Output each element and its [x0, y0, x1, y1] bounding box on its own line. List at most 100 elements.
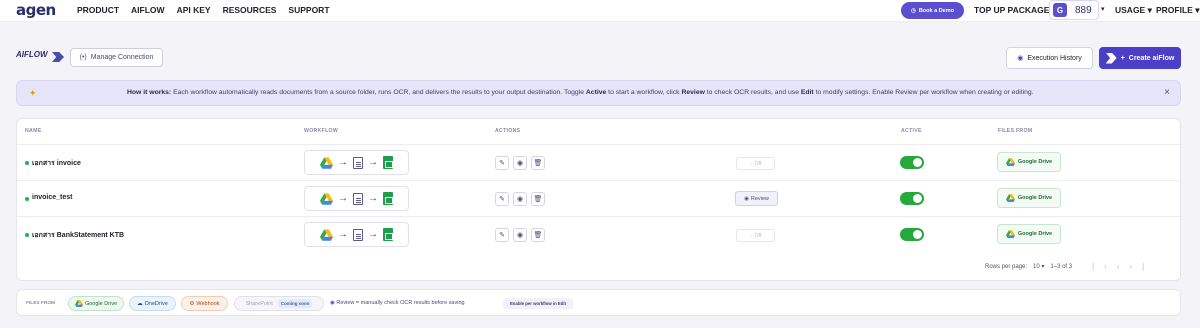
google-drive-icon: [74, 300, 83, 307]
arrow-right-icon: →: [338, 193, 348, 204]
chevron-down-icon[interactable]: ▾: [1101, 5, 1105, 13]
workflow-name: เอกสาร BankStatement KTB: [32, 232, 125, 239]
trash-icon[interactable]: 🗑: [531, 156, 545, 170]
agen-logo[interactable]: agen: [16, 0, 56, 20]
enable-note-badge: Enable per workflow in Edit: [503, 298, 573, 309]
eye-off-icon: ◌: [749, 232, 753, 239]
edit-icon[interactable]: ✎: [495, 192, 509, 206]
active-toggle[interactable]: [900, 156, 924, 169]
edit-icon[interactable]: ✎: [495, 228, 509, 242]
google-drive-icon: [320, 192, 333, 205]
eye-icon: ◉: [744, 195, 749, 202]
row-actions: ✎ ◉ 🗑: [495, 156, 545, 170]
plus-icon: +: [1120, 54, 1125, 62]
edit-icon[interactable]: ✎: [495, 156, 509, 170]
column-header-actions: ACTIONS: [495, 128, 521, 134]
table-pagination: Rows per page: 10 ▾ 1–3 of 3 |‹‹›|: [985, 262, 1154, 271]
legend-onedrive: ☁ OneDrive: [129, 296, 176, 311]
legend-webhook: ⚙ Webhook: [181, 296, 228, 311]
banner-text: How it works: Each workflow automaticall…: [127, 89, 1034, 96]
google-drive-icon: [320, 228, 333, 241]
aiflow-icon: [1105, 52, 1117, 64]
document-icon: [353, 156, 363, 169]
eye-icon: ◉: [330, 300, 335, 306]
credit-value: 889: [1075, 4, 1092, 16]
link-icon: (•): [79, 54, 87, 61]
source-chip: Google Drive: [997, 224, 1061, 244]
manage-connection-button[interactable]: (•) Manage Connection: [70, 48, 163, 67]
google-drive-icon: [1005, 194, 1015, 202]
rows-per-page-select[interactable]: 10 ▾: [1033, 263, 1044, 270]
run-icon[interactable]: ◉: [513, 228, 527, 242]
arrow-right-icon: →: [368, 229, 378, 240]
google-sheets-icon: [383, 228, 393, 241]
profile-menu[interactable]: PROFILE ▾: [1156, 5, 1199, 16]
google-drive-icon: [320, 156, 333, 169]
nav-product[interactable]: PRODUCT: [77, 5, 119, 15]
legend-label: FILES FROM: [26, 301, 56, 306]
row-actions: ✎ ◉ 🗑: [495, 228, 545, 242]
google-drive-icon: [1005, 230, 1015, 238]
logo-text: agen: [16, 1, 56, 19]
workflow-table: NAME WORKFLOW ACTIONS ACTIVE FILES FROM …: [16, 118, 1181, 281]
coin-icon: G: [1053, 3, 1067, 17]
lightbulb-icon: ✦: [29, 88, 37, 98]
source-chip: Google Drive: [997, 188, 1061, 208]
table-row: invoice_test → → ✎ ◉ 🗑 ◉ Review Google D…: [17, 180, 1180, 216]
nav-api-key[interactable]: API KEY: [177, 5, 211, 15]
table-row: เอกสาร invoice → → ✎ ◉ 🗑 ◌ Off Google Dr…: [17, 144, 1180, 180]
credit-balance[interactable]: G 889: [1049, 0, 1099, 20]
arrow-right-icon: →: [338, 229, 348, 240]
active-toggle[interactable]: [900, 192, 924, 205]
status-dot: [25, 161, 29, 165]
history-icon: ◉: [1017, 55, 1024, 62]
trash-icon[interactable]: 🗑: [531, 192, 545, 206]
google-sheets-icon: [383, 156, 393, 169]
source-chip: Google Drive: [997, 152, 1061, 172]
execution-history-button[interactable]: ◉ Execution History: [1006, 47, 1093, 69]
workflow-pipeline[interactable]: → →: [304, 186, 409, 211]
webhook-icon: ⚙: [189, 300, 195, 307]
nav-resources[interactable]: RESOURCES: [223, 5, 277, 15]
workflow-pipeline[interactable]: → →: [304, 222, 409, 247]
book-demo-label: Book a Demo: [918, 7, 954, 14]
google-sheets-icon: [383, 192, 393, 205]
document-icon: [353, 228, 363, 241]
eye-off-icon: ◌: [749, 160, 753, 167]
page-range: 1–3 of 3: [1050, 263, 1073, 270]
workflow-pipeline[interactable]: → →: [304, 150, 409, 175]
files-from-legend: FILES FROM Google Drive ☁ OneDrive ⚙ Web…: [16, 289, 1181, 316]
status-dot: [25, 197, 29, 201]
run-icon[interactable]: ◉: [513, 156, 527, 170]
how-it-works-banner: ✦ How it works: Each workflow automatica…: [16, 80, 1181, 106]
create-aiflow-button[interactable]: + Create aiFlow: [1099, 47, 1181, 69]
document-icon: [353, 192, 363, 205]
table-row: เอกสาร BankStatement KTB → → ✎ ◉ 🗑 ◌ Off…: [17, 216, 1180, 252]
arrow-right-icon: →: [338, 157, 348, 168]
legend-sharepoint: SharePoint Coming soon: [234, 296, 324, 311]
column-header-workflow: WORKFLOW: [304, 128, 339, 134]
active-toggle[interactable]: [900, 228, 924, 241]
aiflow-logo: AIFLOW: [16, 50, 64, 68]
book-demo-button[interactable]: ◷ Book a Demo: [901, 2, 964, 19]
trash-icon[interactable]: 🗑: [531, 228, 545, 242]
nav-aiflow[interactable]: AIFLOW: [131, 5, 165, 15]
row-actions: ✎ ◉ 🗑: [495, 192, 545, 206]
nav-support[interactable]: SUPPORT: [288, 5, 329, 15]
review-off-button[interactable]: ◌ Off: [736, 157, 775, 170]
pagination-nav-icons[interactable]: |‹‹›|: [1092, 262, 1154, 271]
arrow-right-icon: →: [368, 157, 378, 168]
top-navbar: agen PRODUCT AIFLOW API KEY RESOURCES SU…: [0, 0, 1200, 22]
column-header-files-from: FILES FROM: [998, 128, 1033, 134]
workflow-name: เอกสาร invoice: [32, 160, 81, 167]
usage-menu[interactable]: USAGE ▾: [1115, 5, 1152, 16]
workflow-name: invoice_test: [32, 194, 73, 201]
review-button[interactable]: ◉ Review: [735, 191, 778, 206]
top-up-package-link[interactable]: TOP UP PACKAGE: [974, 5, 1049, 15]
close-icon[interactable]: ×: [1164, 87, 1170, 98]
review-note: ◉ Review = manually check OCR results be…: [330, 300, 465, 306]
run-icon[interactable]: ◉: [513, 192, 527, 206]
calendar-icon: ◷: [911, 7, 916, 14]
review-off-button[interactable]: ◌ Off: [736, 229, 775, 242]
status-dot: [25, 233, 29, 237]
